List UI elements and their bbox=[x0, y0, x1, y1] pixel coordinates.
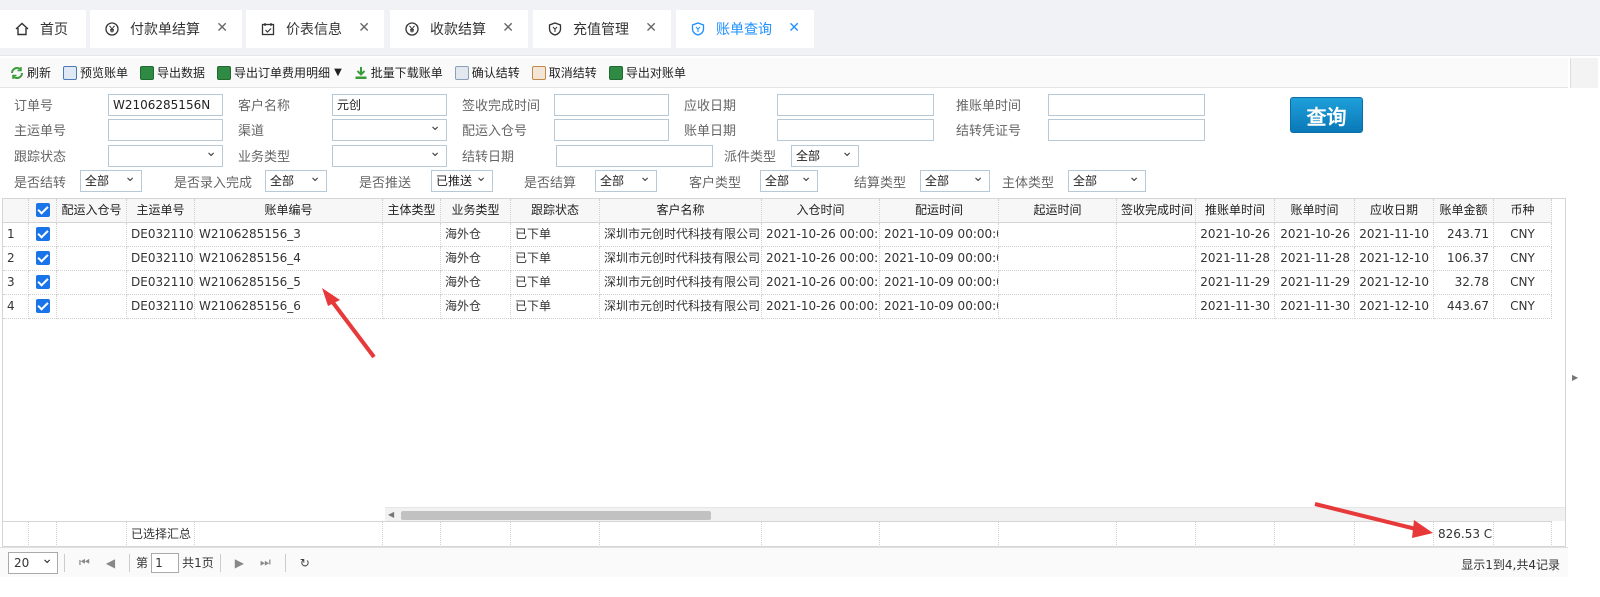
arrow-annotation bbox=[322, 288, 376, 359]
annotation-arrows bbox=[322, 288, 1433, 538]
arrow-annotation bbox=[1314, 502, 1433, 538]
